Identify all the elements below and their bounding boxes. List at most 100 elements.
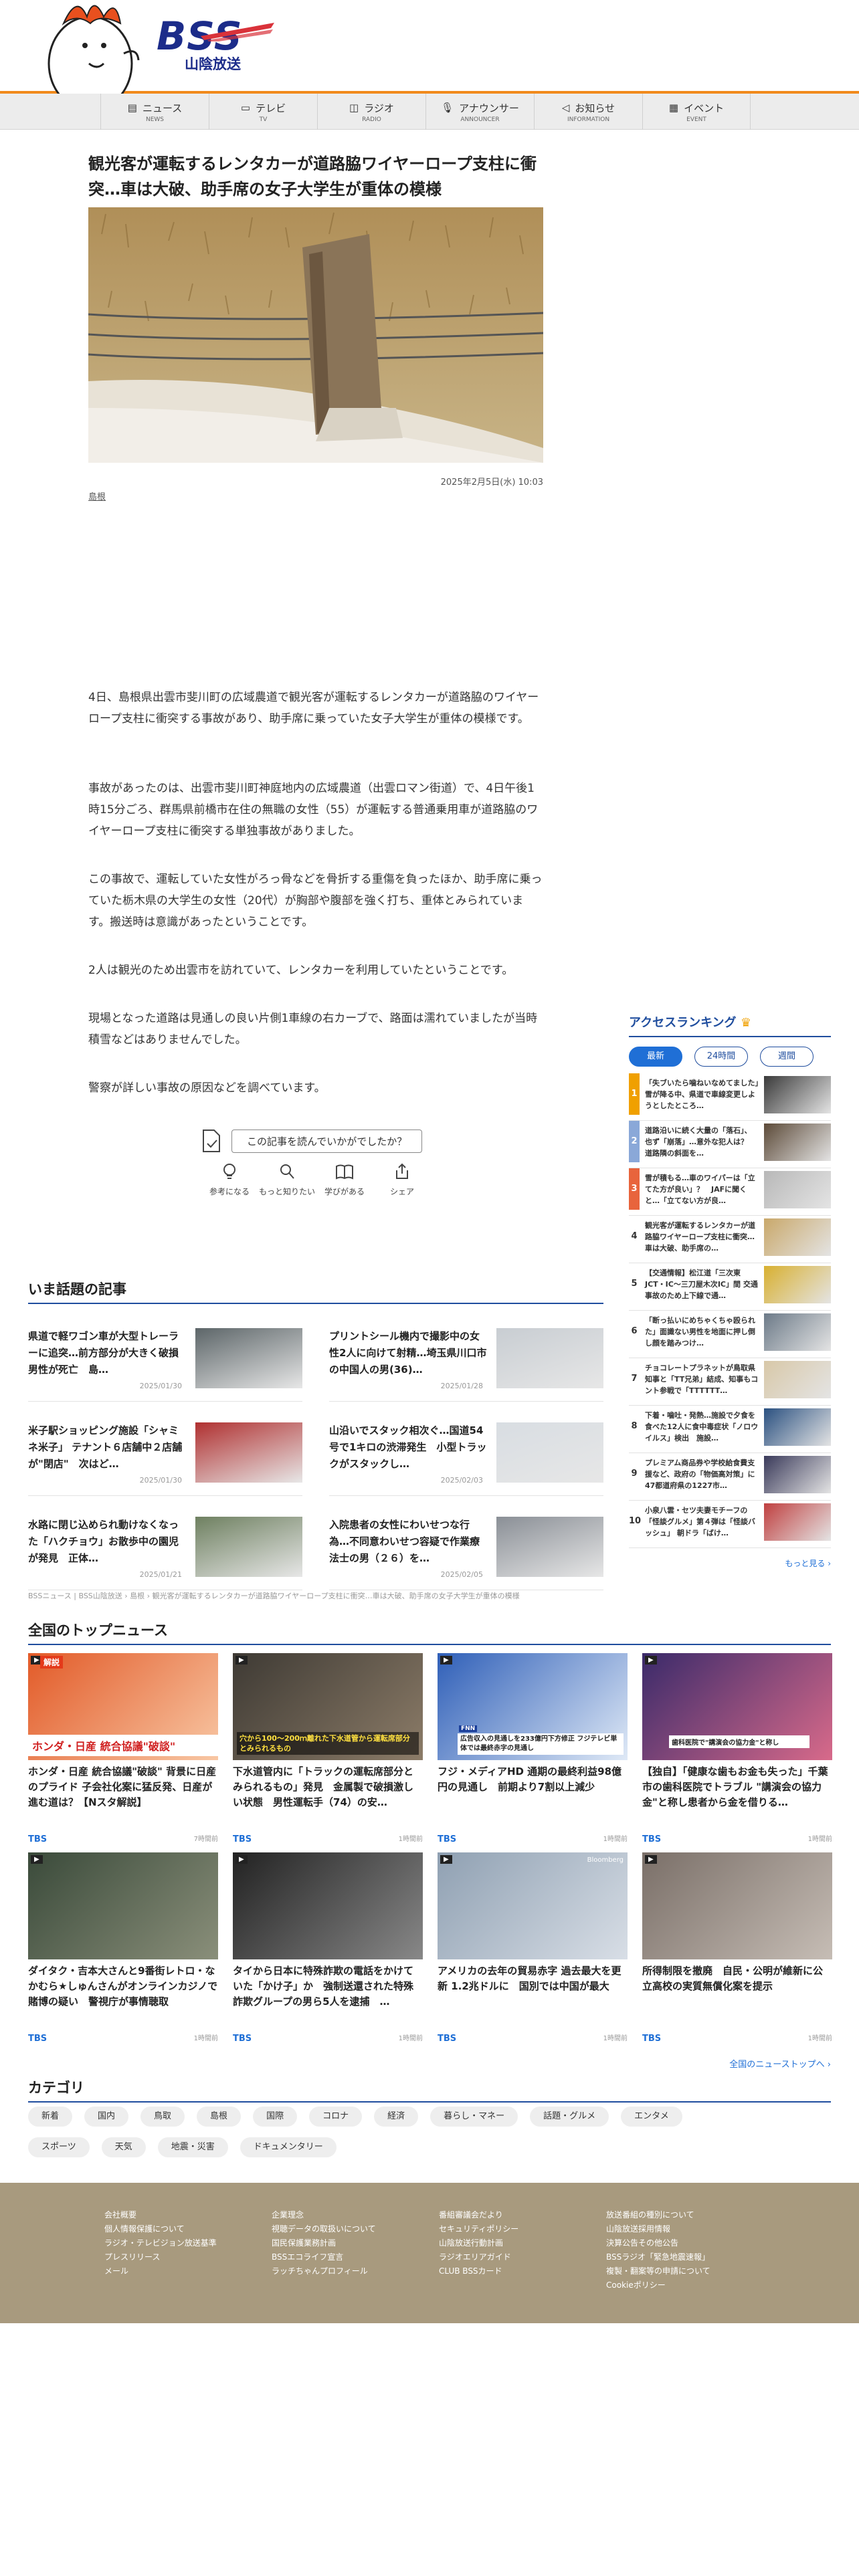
- nav-item-event[interactable]: ▦ イベント EVENT: [642, 94, 751, 130]
- national-source: TBS: [233, 2034, 252, 2044]
- nav-label-en: EVENT: [686, 116, 706, 123]
- ranking-tab[interactable]: 週間: [760, 1047, 814, 1067]
- national-time: 1時間前: [603, 2035, 628, 2042]
- feedback-button-1[interactable]: もっと知りたい: [258, 1162, 316, 1197]
- footer-link[interactable]: 視聴データの取扱いについて: [272, 2222, 376, 2236]
- category-button[interactable]: 国際: [253, 2107, 298, 2127]
- category-button[interactable]: 経済: [374, 2107, 419, 2127]
- trending-article[interactable]: 入院患者の女性にわいせつな行為…不同意わいせつ容疑で作業療法士の男（２６）を… 2…: [329, 1497, 603, 1590]
- ranking-item[interactable]: 1 「失ブいたら噛ねいなめてました」雪が降る中、県道で車線変更しようとしたところ…: [629, 1073, 831, 1121]
- ranking-item[interactable]: 9 プレミアム商品券や学校給食費支援など、政府の「物価高対策」に47都道府県の12…: [629, 1453, 831, 1501]
- footer-link[interactable]: 山陰放送採用情報: [606, 2222, 710, 2236]
- footer-link[interactable]: 複製・翻案等の申請について: [606, 2264, 710, 2278]
- category-button[interactable]: 国内: [84, 2107, 129, 2127]
- footer-link[interactable]: ラッチちゃんプロフィール: [272, 2264, 376, 2278]
- trending-article[interactable]: 水路に閉じ込められ動けなくなった「ハクチョウ」お散歩中の園児が発見 正体… 202…: [28, 1497, 302, 1590]
- nav-label: ニュース: [142, 102, 183, 114]
- tv-icon: ▭: [240, 102, 251, 114]
- trending-date: 2025/01/30: [139, 1382, 182, 1390]
- feedback-button-0[interactable]: 参考になる: [201, 1162, 258, 1197]
- article-title: 観光客が運転するレンタカーが道路脇ワイヤーロープ支柱に衝突…車は大破、助手席の女…: [88, 154, 537, 199]
- category-button[interactable]: 暮らし・マネー: [430, 2107, 518, 2127]
- national-article[interactable]: ▶ 解説 ホンダ・日産 統合協議"破談" ホンダ・日産 統合協議"破談" 背景に日産の…: [28, 1653, 218, 1847]
- category-button[interactable]: 島根: [197, 2107, 242, 2127]
- footer-link[interactable]: Cookieポリシー: [606, 2278, 710, 2292]
- ranking-item[interactable]: 10 小泉八雲・セツ夫妻モチーフの「怪談グルメ」第４弾は「怪談バッシュ」 朝ドラ「…: [629, 1501, 831, 1548]
- bss-logo[interactable]: BSS 山陰放送: [157, 16, 274, 74]
- trending-article[interactable]: 山沿いでスタック相次ぐ…国道54号で1キロの渋滞発生 小型トラックがスタックし……: [329, 1402, 603, 1496]
- feedback-button-3[interactable]: シェア: [373, 1162, 431, 1197]
- mascot-logo[interactable]: [37, 0, 144, 94]
- nav-item-news[interactable]: ▤ ニュース NEWS: [100, 94, 209, 130]
- national-title: 下水道管内に「トラックの運転席部分とみられるもの」発見 金属製で破損激しい状態 …: [233, 1765, 414, 1808]
- nav-item-announcer[interactable]: 🎙 アナウンサー ANNOUNCER: [425, 94, 534, 130]
- national-article[interactable]: ▶ ダイタク・吉本大さんと9番街レトロ・なかむら★しゅんさんがオンラインカジノで賭…: [28, 1852, 218, 2046]
- ranking-item[interactable]: 8 下着・噛吐・発熱…施設で夕食を食べた12人に食中毒症状「ノロウイルス」検出 施…: [629, 1406, 831, 1453]
- ranking-tab[interactable]: 最新: [629, 1047, 682, 1067]
- category-button[interactable]: 話題・グルメ: [530, 2107, 609, 2127]
- footer-link[interactable]: 企業理念: [272, 2208, 376, 2222]
- nav-item-top: ▦ イベント: [669, 101, 724, 115]
- trending-article[interactable]: 県道で軽ワゴン車が大型トレーラーに追突…前方部分が大きく破損 男性が死亡 島… 2…: [28, 1308, 302, 1402]
- footer-link[interactable]: 個人情報保護について: [104, 2222, 217, 2236]
- ranking-item[interactable]: 4 観光客が運転するレンタカーが道路脇ワイヤーロープ支柱に衝突…車は大破、助手席の…: [629, 1216, 831, 1263]
- category-button[interactable]: 鳥取: [140, 2107, 185, 2127]
- category-button[interactable]: ドキュメンタリー: [240, 2137, 337, 2157]
- ranking-thumbnail: [764, 1361, 831, 1398]
- footer-link[interactable]: 決算公告その他公告: [606, 2236, 710, 2250]
- ranking-thumbnail: [764, 1408, 831, 1446]
- ranking-item[interactable]: 5 【交通情報】松江道「三次東JCT・IC〜三刀屋木次IC」間 交通事故のため上下…: [629, 1263, 831, 1311]
- footer-link[interactable]: セキュリティポリシー: [439, 2222, 518, 2236]
- nav-item-top: ◁ お知らせ: [562, 101, 615, 115]
- footer-link[interactable]: ラジオ・テレビジョン放送基準: [104, 2236, 217, 2250]
- footer-link[interactable]: ラジオエリアガイド: [439, 2250, 518, 2264]
- ranking-tab[interactable]: 24時間: [694, 1047, 748, 1067]
- footer-link[interactable]: CLUB BSSカード: [439, 2264, 518, 2278]
- category-button[interactable]: エンタメ: [621, 2107, 682, 2127]
- category-button[interactable]: 新着: [28, 2107, 73, 2127]
- video-play-icon: ▶: [235, 1855, 248, 1864]
- article-tag-link[interactable]: 島根: [88, 490, 106, 502]
- category-button[interactable]: 地震・災害: [157, 2137, 228, 2157]
- ranking-more-link[interactable]: もっと見る ›: [629, 1558, 831, 1569]
- national-article[interactable]: ▶ 穴から100〜200ｍ離れた下水道管から運転席部分とみられるもの 下水道管内に「…: [233, 1653, 423, 1847]
- trending-article[interactable]: プリントシール機内で撮影中の女性2人に向けて射精…埼玉県川口市の中国人の男(36…: [329, 1308, 603, 1402]
- logo-subtitle: 山陰放送: [185, 56, 241, 72]
- ranking-number: 10: [629, 1516, 642, 1526]
- national-more-link[interactable]: 全国のニューストップへ ›: [729, 2057, 831, 2070]
- footer-link[interactable]: メール: [104, 2264, 217, 2278]
- national-article[interactable]: ▶ 歯科医院で"講演会の協力金"と称し 【独自】「健康な歯もお金も失った」千葉市の歯…: [642, 1653, 832, 1847]
- nav-item-radio[interactable]: ◫ ラジオ RADIO: [317, 94, 425, 130]
- national-article[interactable]: ▶ タイから日本に特殊詐欺の電話をかけていた「かけ子」か 強制送還された特殊詐欺グ…: [233, 1852, 423, 2046]
- feedback-button-2[interactable]: 学びがある: [316, 1162, 373, 1197]
- ranking-item[interactable]: 2 道路沿いに続く大量の「落石」、也ず「崩落」…意外な犯人は？ 道路隣の斜面を…: [629, 1121, 831, 1168]
- footer-link[interactable]: 国民保護業務計画: [272, 2236, 376, 2250]
- national-article[interactable]: ▶ 広告収入の見通しを233億円下方修正 フジテレビ単体では最終赤字の見通し FNN…: [438, 1653, 628, 1847]
- footer-link[interactable]: BSSエコライフ宣言: [272, 2250, 376, 2264]
- category-button[interactable]: コロナ: [309, 2107, 363, 2127]
- ranking-item[interactable]: 7 チョコレートプラネットが鳥取県知事と「TT兄弟」結成、知事もコント参戦で「TT…: [629, 1358, 831, 1406]
- category-button[interactable]: 天気: [101, 2137, 146, 2157]
- category-section: カテゴリ 新着 国内 鳥取 島根 国際 コロナ 経済 暮らし・マネー 話題・グルメ エンタメ スポ…: [28, 2077, 831, 2157]
- nav-item-information[interactable]: ◁ お知らせ INFORMATION: [534, 94, 642, 130]
- ranking-item[interactable]: 3 雪が積もる…車のワイパーは「立てた方が良い」？ JAFに聞くと…「立てない方が…: [629, 1168, 831, 1216]
- nav-item-top: ◫ ラジオ: [349, 101, 394, 115]
- trending-article[interactable]: 米子駅ショッピング施設「シャミネ米子」 テナント６店舗中２店舗が"閉店" 次はど…: [28, 1402, 302, 1496]
- nav-item-tv[interactable]: ▭ テレビ TV: [209, 94, 317, 130]
- category-button[interactable]: スポーツ: [28, 2137, 90, 2157]
- footer-link[interactable]: 番組審議会だより: [439, 2208, 518, 2222]
- feedback-label: シェア: [389, 1187, 414, 1196]
- ranking-thumbnail: [764, 1456, 831, 1493]
- national-article[interactable]: ▶ Bloomberg アメリカの去年の貿易赤字 過去最大を更新 1.2兆ドルに 国…: [438, 1852, 628, 2046]
- footer-link[interactable]: BSSラジオ「緊急地震速報」: [606, 2250, 710, 2264]
- footer-link[interactable]: 放送番組の種別について: [606, 2208, 710, 2222]
- footer-link[interactable]: プレスリリース: [104, 2250, 217, 2264]
- footer-link[interactable]: 会社概要: [104, 2208, 217, 2222]
- ranking-number: 5: [631, 1279, 638, 1289]
- breadcrumb[interactable]: BSSニュース | BSS山陰放送 › 島根 › 観光客が運転するレンタカーが道…: [28, 1590, 520, 1601]
- article-paragraph: 現場となった道路は見通しの良い片側1車線の右カーブで、路面は濡れていましたが当時…: [88, 1012, 538, 1047]
- trending-title: 水路に閉じ込められ動けなくなった「ハクチョウ」お散歩中の園児が発見 正体…: [28, 1519, 179, 1564]
- footer-link[interactable]: 山陰放送行動計画: [439, 2236, 518, 2250]
- ranking-item[interactable]: 6 「断っ払いにめちゃくちゃ殴られた」面識ない男性を地面に押し倒し顔を踏みつけ…: [629, 1311, 831, 1358]
- national-article[interactable]: ▶ 所得制限を撤廃 自民・公明が維新に公立高校の実質無償化案を提示 TBS 1時間前: [642, 1852, 832, 2046]
